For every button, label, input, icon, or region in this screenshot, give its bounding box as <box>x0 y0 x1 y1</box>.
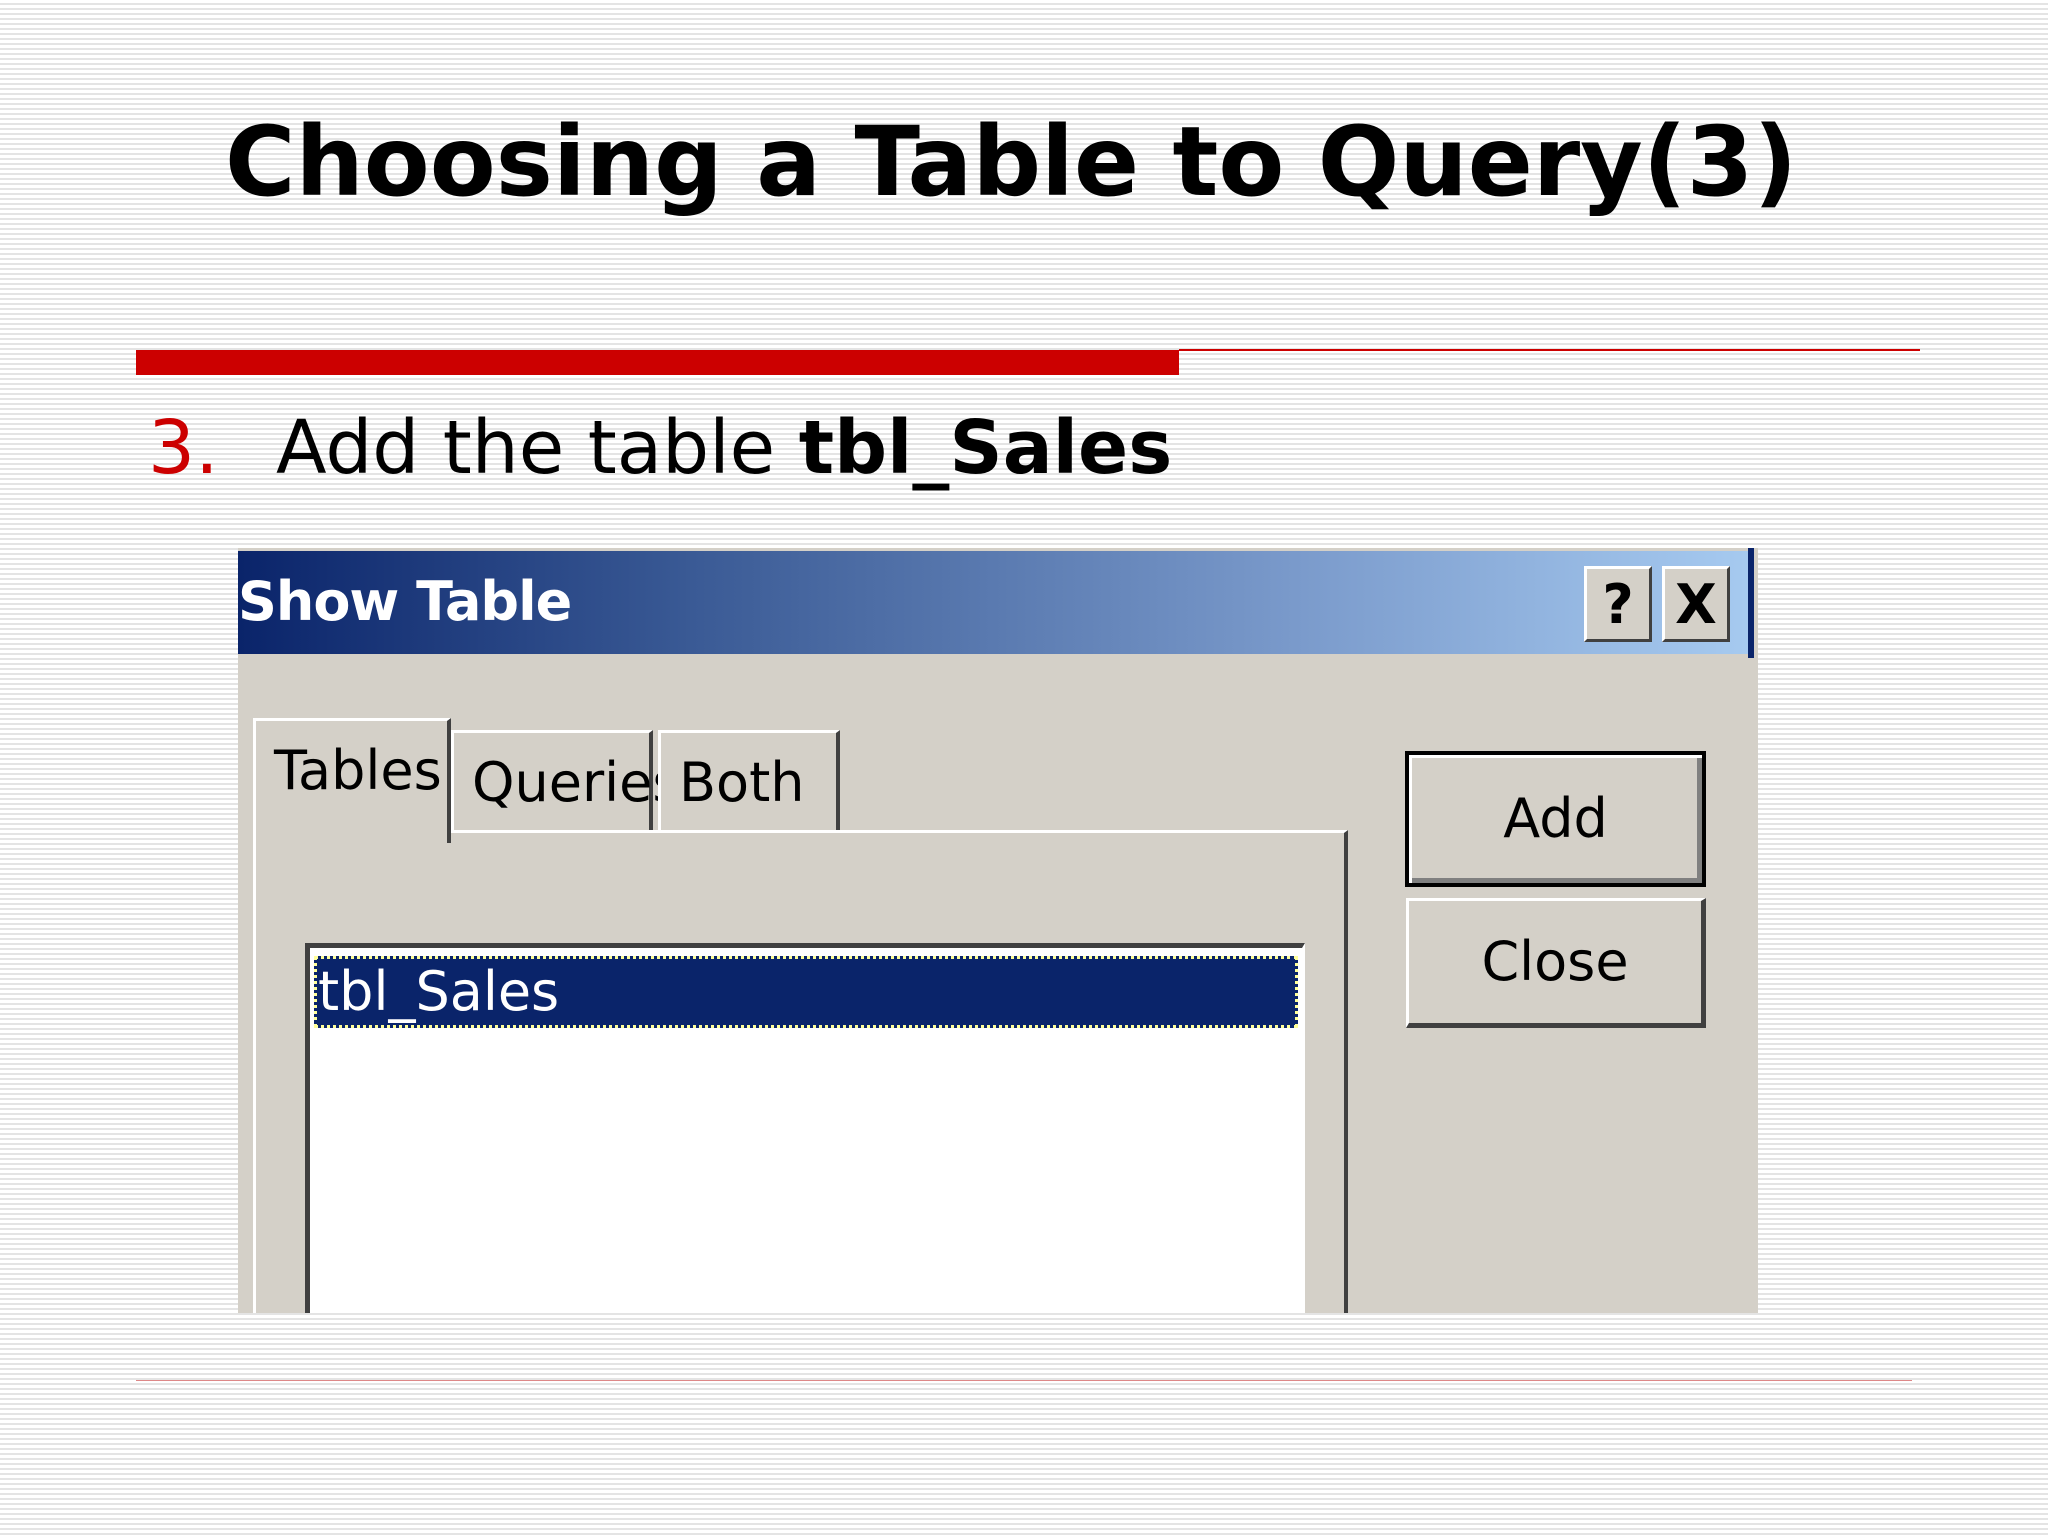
table-listbox[interactable]: tbl_Sales <box>305 943 1305 1313</box>
help-button[interactable]: ? <box>1584 566 1652 642</box>
dialog-titlebar[interactable]: Show Table ? X <box>238 551 1748 654</box>
tab-both[interactable]: Both <box>658 730 840 835</box>
title-accent-rule <box>136 350 1179 375</box>
bullet-text: Add the table <box>276 405 799 491</box>
dialog-title: Show Table <box>238 570 572 633</box>
add-button[interactable]: Add <box>1405 751 1706 887</box>
bullet-item: 3. Add the table tbl_Sales <box>148 408 1172 488</box>
close-window-button[interactable]: X <box>1662 566 1730 642</box>
window-edge <box>1748 548 1754 658</box>
close-button[interactable]: Close <box>1406 898 1706 1028</box>
tab-tables[interactable]: Tables <box>253 718 451 843</box>
bullet-emphasis: tbl_Sales <box>798 405 1173 491</box>
title-thin-rule <box>1179 349 1920 351</box>
list-item-tbl-sales[interactable]: tbl_Sales <box>314 956 1298 1028</box>
show-table-dialog: Show Table ? X Tables Queries Both tbl_S… <box>238 548 1758 1313</box>
tab-queries[interactable]: Queries <box>451 730 681 835</box>
slide-title: Choosing a Table to Query(3) <box>225 106 1798 218</box>
bullet-number: 3. <box>148 405 219 491</box>
footer-rule <box>136 1380 1912 1381</box>
